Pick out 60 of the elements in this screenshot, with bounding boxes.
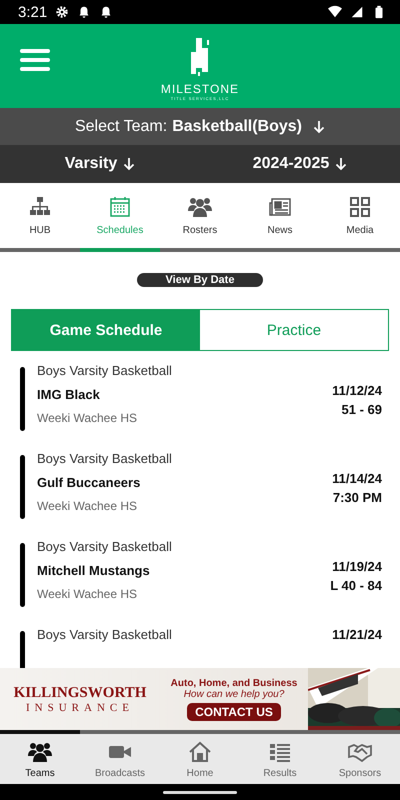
- brand-subtitle: INSURANCE: [26, 702, 134, 714]
- filter-value: 2024-2025: [252, 155, 330, 173]
- bell-icon: [99, 5, 114, 19]
- game-title: Boys Varsity Basketball: [37, 539, 173, 556]
- game-date: 11/12/24: [332, 383, 382, 398]
- accent-bar: [20, 455, 25, 519]
- game-location: Weeki Wachee HS: [37, 411, 138, 425]
- game-result: 51 - 69: [342, 402, 382, 417]
- home-indicator[interactable]: [163, 790, 237, 794]
- opponent-name: Gulf Buccaneers: [37, 475, 142, 492]
- nav-item[interactable]: Broadcasts: [80, 734, 160, 784]
- tab[interactable]: Rosters: [160, 183, 240, 248]
- status-time: 3:21: [18, 4, 48, 20]
- calendar-icon: [108, 195, 132, 219]
- accent-bar: [20, 367, 25, 431]
- people-icon: [188, 195, 212, 219]
- nav-item[interactable]: Results: [240, 734, 320, 784]
- logo-name: MILESTONE: [160, 82, 240, 96]
- signal-icon: [350, 5, 364, 19]
- filter-value: Varsity: [64, 155, 118, 173]
- tab[interactable]: Media: [320, 183, 400, 248]
- opponent-name: IMG Black: [37, 387, 101, 404]
- tab[interactable]: News: [240, 183, 320, 248]
- down-arrow-icon: [123, 157, 136, 171]
- game-date: 11/19/24: [332, 559, 382, 574]
- game-title: Boys Varsity Basketball: [37, 627, 173, 644]
- filter-dropdown[interactable]: Varsity: [0, 145, 200, 183]
- grid-icon: [348, 195, 372, 219]
- view-by-date-button[interactable]: View By Date: [137, 273, 263, 287]
- segment-tab[interactable]: Game Schedule: [12, 310, 200, 350]
- ad-headline: Auto, Home, and Business: [170, 678, 298, 688]
- down-arrow-icon: [313, 120, 326, 134]
- gear-icon: [55, 5, 70, 19]
- nav-item[interactable]: Home: [160, 734, 240, 784]
- team-label: Select Team:: [74, 118, 168, 136]
- game-date: 11/14/24: [332, 471, 382, 486]
- opponent-name: Mitchell Mustangs: [37, 563, 151, 580]
- team-select[interactable]: Select Team: Basketball(Boys): [0, 108, 400, 145]
- nav-item[interactable]: Sponsors: [320, 734, 400, 784]
- game-title: Boys Varsity Basketball: [37, 451, 173, 468]
- nav-item[interactable]: Teams: [0, 734, 80, 784]
- ad-banner[interactable]: KILLINGSWORTH INSURANCE Auto, Home, and Business How can we help you? CONTACT US: [0, 668, 400, 730]
- filter-dropdown[interactable]: 2024-2025: [200, 145, 400, 183]
- accent-bar: [20, 543, 25, 607]
- game-result: L 40 - 84: [330, 578, 382, 593]
- down-arrow-icon: [335, 157, 348, 171]
- game-result: 7:30 PM: [332, 490, 382, 505]
- contact-us-button[interactable]: CONTACT US: [187, 702, 281, 720]
- bell-icon: [77, 5, 92, 19]
- wifi-icon: [328, 5, 342, 19]
- game-date: 11/21/24: [332, 627, 382, 642]
- home-icon: [188, 740, 212, 764]
- ad-question: How can we help you?: [184, 688, 284, 700]
- game-title: Boys Varsity Basketball: [37, 363, 173, 380]
- team-value: Basketball(Boys): [172, 118, 302, 136]
- game-location: Weeki Wachee HS: [37, 587, 138, 601]
- game-location: Weeki Wachee HS: [37, 499, 138, 513]
- menu-icon[interactable]: [20, 48, 50, 72]
- brand-name: KILLINGSWORTH: [14, 684, 146, 702]
- tab[interactable]: HUB: [0, 183, 80, 248]
